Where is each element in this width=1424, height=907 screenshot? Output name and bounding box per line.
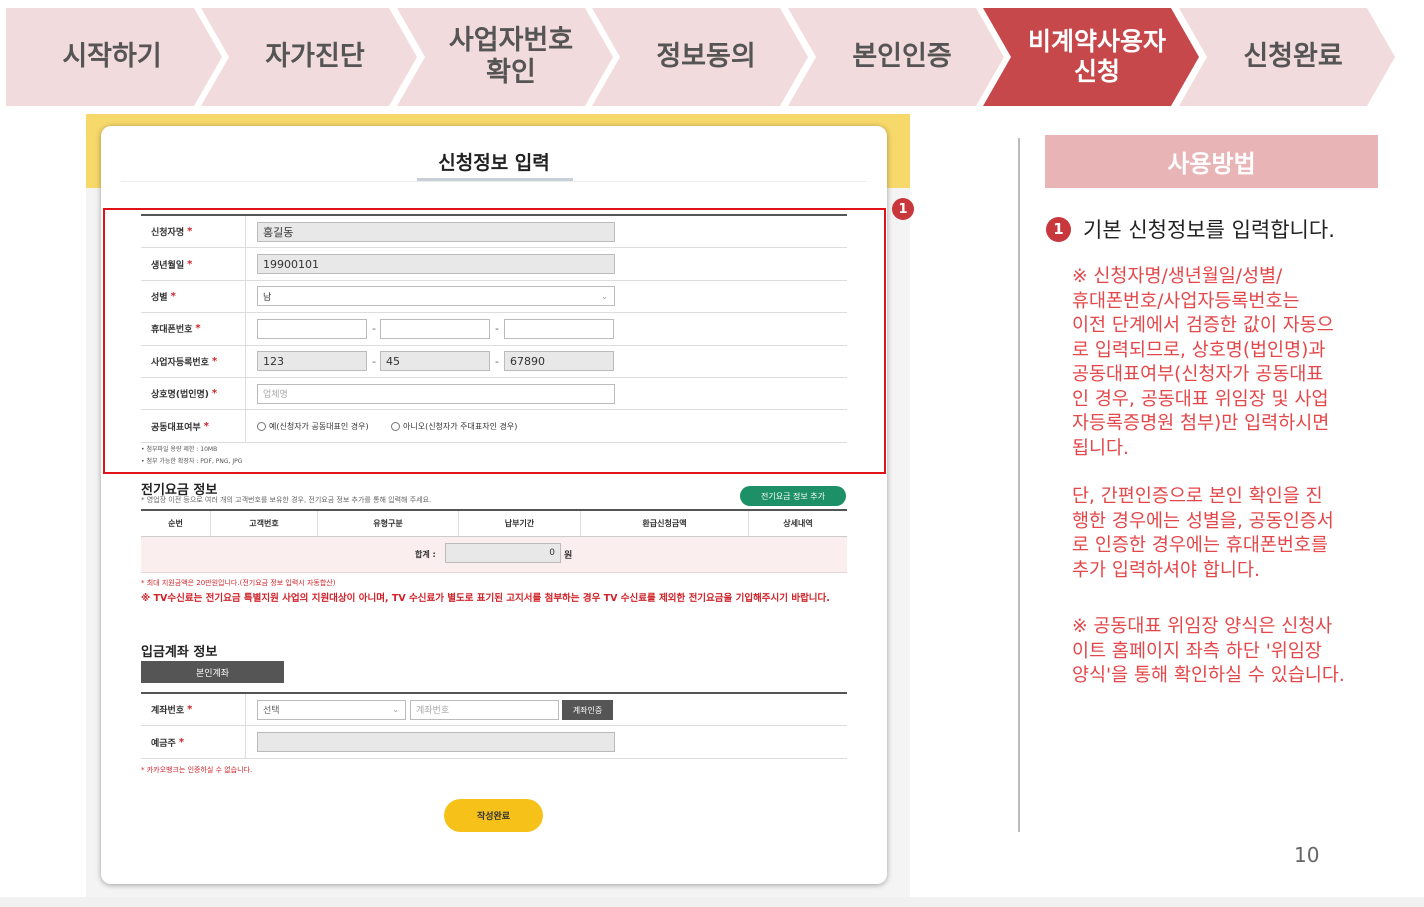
form-title: 신청정보 입력 <box>438 152 550 174</box>
electric-sum-row: 합계 : 0 원 <box>141 537 847 573</box>
electric-section-subtitle: * 영업장 이전 등으로 여러 개의 고객번호를 보유한 경우, 전기요금 정보… <box>141 496 432 504</box>
note-autofill: ※ 신청자명/생년월일/성별/ 휴대폰번호/사업자등록번호는 이전 단계에서 검… <box>1072 266 1334 459</box>
highlight-frame <box>103 208 886 474</box>
bottom-strip <box>0 897 1424 907</box>
panel-divider <box>1018 138 1020 832</box>
note-proxy-form: ※ 공동대표 위임장 양식은 신청사 이트 홈페이지 좌측 하단 '위임장 양식… <box>1072 616 1345 686</box>
form-title-rule <box>121 181 867 182</box>
step-progress-bar: 시작하기 자가진단 사업자번호 확인 정보동의 본인인증 비계약사용자 신청 신… <box>0 8 1424 106</box>
chevron-down-icon: ⌄ <box>392 705 399 715</box>
tab-own-account[interactable]: 본인계좌 <box>141 661 284 683</box>
note-extra-input: 단, 간편인증으로 본인 확인을 진 행한 경우에는 성별을, 공동인증서 로 … <box>1072 486 1334 581</box>
step-complete: 신청완료 <box>1179 8 1395 106</box>
row-account-number: 계좌번호 * 선택 ⌄ 계좌번호 계좌인증 <box>141 694 847 727</box>
account-number-input[interactable]: 계좌번호 <box>410 699 559 720</box>
step-start: 시작하기 <box>6 8 222 106</box>
tv-fee-note: ※ TV수신료는 전기요금 특별지원 사업의 지원대상이 아니며, TV 수신료… <box>141 593 830 604</box>
step-self-check: 자가진단 <box>201 8 417 106</box>
add-electric-info-button[interactable]: 전기요금 정보 추가 <box>740 486 846 506</box>
verify-account-button[interactable]: 계좌인증 <box>562 700 613 720</box>
electric-table-header: 순번 고객번호 유형구분 납부기간 환급신청금액 상세내역 <box>141 511 847 537</box>
electric-bill-table: 순번 고객번호 유형구분 납부기간 환급신청금액 상세내역 합계 : 0 원 <box>141 509 847 573</box>
bank-select[interactable]: 선택 ⌄ <box>257 699 406 720</box>
howto-header: 사용방법 <box>1045 135 1378 188</box>
step-marker-1: 1 <box>892 198 914 220</box>
step-description: 1 기본 신청정보를 입력합니다. <box>1046 214 1335 244</box>
kakao-bank-note: * 카카오뱅크는 인증하실 수 없습니다. <box>141 766 253 774</box>
account-table: 계좌번호 * 선택 ⌄ 계좌번호 계좌인증 예금주 * <box>141 692 847 759</box>
max-support-note: * 최대 지원금액은 20만원입니다.(전기요금 정보 입력시 자동합산) <box>141 579 336 587</box>
step-marker-1: 1 <box>1046 216 1071 242</box>
row-account-holder: 예금주 * <box>141 726 847 759</box>
submit-button[interactable]: 작성완료 <box>444 799 543 832</box>
step-identity-auth: 본인인증 <box>788 8 1004 106</box>
account-section-title: 입금계좌 정보 <box>141 645 218 660</box>
step-bizno-check: 사업자번호 확인 <box>397 8 613 106</box>
electric-sum-field: 0 <box>445 543 561 563</box>
account-holder-field[interactable] <box>257 732 615 753</box>
step-info-consent: 정보동의 <box>592 8 808 106</box>
page-number: 10 <box>1294 843 1320 867</box>
step-noncontract-apply: 비계약사용자 신청 <box>983 8 1199 106</box>
